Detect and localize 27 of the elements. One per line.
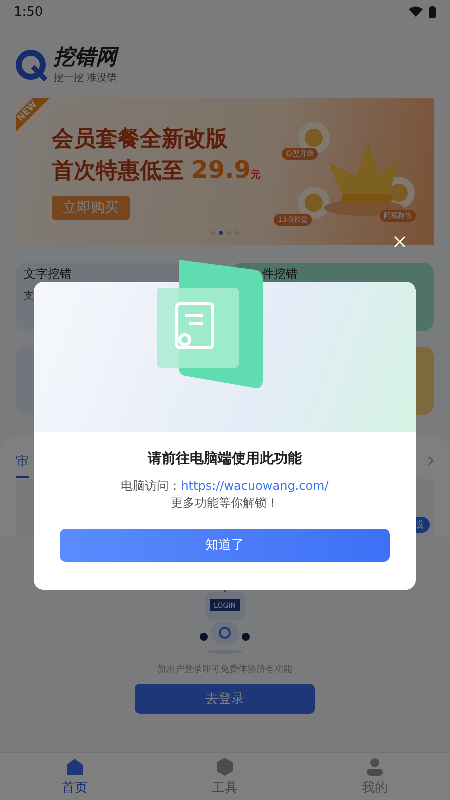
status-time: 1:50 (14, 4, 44, 20)
wifi-icon (409, 6, 423, 17)
slogan: 挖一挖 准没错 (54, 72, 118, 85)
banner-headline: 会员套餐全新改版 (52, 126, 229, 154)
dialog-message: 电脑访问：https://wacuowang.com/ (121, 479, 329, 493)
buy-button[interactable]: 立即购买 (52, 196, 130, 220)
page-dot[interactable] (219, 231, 223, 235)
card-title: 件挖错 (262, 267, 299, 281)
card-title: 文字挖错 (24, 267, 73, 281)
home-icon (65, 756, 85, 776)
got-it-button[interactable]: 知道了 (60, 528, 390, 562)
card-subtitle: 支 (24, 291, 35, 303)
nav-tab[interactable]: 首页 (0, 753, 150, 800)
login-button[interactable]: 去登录 (135, 684, 315, 714)
nav-tab[interactable]: 我的 (300, 753, 450, 800)
close-icon[interactable] (394, 236, 406, 248)
nav-tab[interactable]: 工具 (150, 753, 300, 800)
dialog-message: 更多功能等你解锁！ (170, 496, 279, 510)
dialog-title: 请前往电脑端使用此功能 (148, 450, 302, 468)
chevron-right-icon[interactable] (428, 456, 434, 466)
banner-offer: 首次特惠低至 29.9元 (52, 154, 261, 186)
logo-icon (16, 50, 48, 82)
person-icon (365, 756, 385, 776)
website-link[interactable]: https://wacuowang.com/ (181, 479, 329, 493)
cube-icon (215, 756, 235, 776)
brand-name: 挖错网 (54, 47, 118, 68)
battery-icon (429, 6, 436, 18)
